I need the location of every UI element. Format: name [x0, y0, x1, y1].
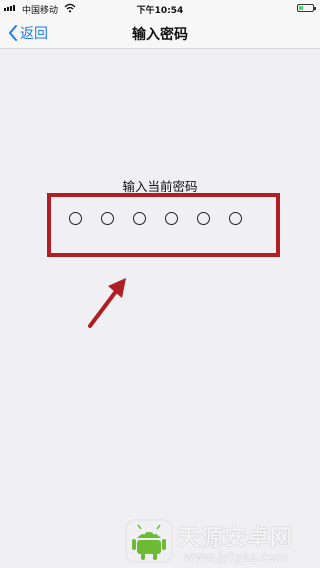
clock: 下午10:54 [136, 6, 184, 16]
navigation-bar: 返回 输入密码 [0, 18, 320, 49]
watermark-url: www.jytyaz.com [184, 550, 289, 564]
passcode-dot [133, 212, 146, 225]
battery-fill [299, 6, 303, 10]
watermark-title: 天源安卓网 [178, 526, 294, 551]
android-logo-icon [125, 519, 173, 563]
passcode-dots[interactable] [69, 212, 242, 225]
screen: 中国移动 下午10:54 返回 输入密码 输入当前密码 天源安卓网 www.jy… [0, 0, 320, 568]
passcode-dot [229, 212, 242, 225]
passcode-dot [101, 212, 114, 225]
status-bar: 中国移动 下午10:54 [0, 0, 320, 18]
battery-icon [297, 4, 316, 12]
arrow-annotation-icon [88, 278, 126, 328]
watermark: 天源安卓网 www.jytyaz.com [124, 514, 314, 566]
passcode-dot [197, 212, 210, 225]
passcode-dot [69, 212, 82, 225]
passcode-dot [165, 212, 178, 225]
highlight-box [47, 193, 280, 257]
page-title: 输入密码 [132, 27, 188, 43]
